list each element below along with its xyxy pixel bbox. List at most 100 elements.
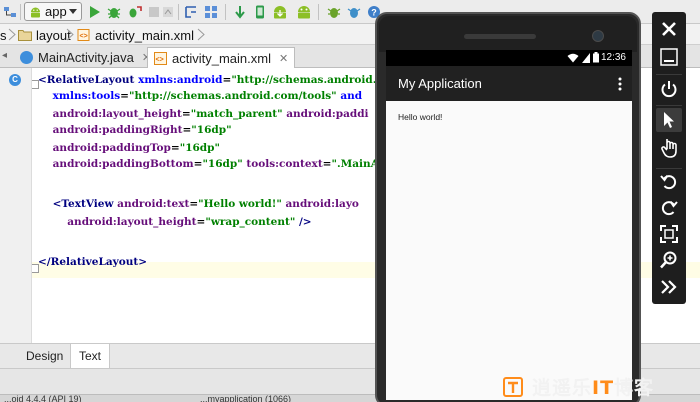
code-token: android:layout_height — [52, 108, 182, 120]
attach-debugger-icon[interactable] — [126, 4, 142, 20]
xml-file-icon: <> — [77, 29, 90, 41]
power-icon — [661, 81, 677, 98]
tab-mainactivity-java[interactable]: MainActivity.java ✕ — [14, 47, 157, 68]
app-action-bar: My Application — [386, 66, 632, 101]
folder-icon — [18, 30, 32, 41]
breadcrumb-item-file[interactable]: <> activity_main.xml — [77, 27, 194, 43]
code-line[interactable]: android:layout_height="match_parent" and… — [38, 106, 369, 122]
close-button[interactable] — [656, 17, 682, 41]
run-icon[interactable] — [86, 4, 102, 20]
java-class-icon — [20, 51, 33, 64]
tab-label: activity_main.xml — [172, 50, 271, 66]
tab-scroll-arrow[interactable]: ◂ — [2, 50, 7, 61]
device-label: ...oid 4.4.4 (API 19) — [4, 394, 82, 402]
fullscreen-button[interactable] — [656, 222, 682, 246]
code-token: "16dp" — [202, 158, 243, 170]
android-device-monitor-icon[interactable] — [296, 4, 312, 20]
code-token: and — [340, 90, 363, 102]
speaker-grille — [464, 34, 536, 39]
class-marker-icon[interactable]: C — [9, 74, 21, 86]
code-token: android:paddi — [286, 108, 369, 120]
project-structure-icon[interactable] — [203, 4, 219, 20]
chevron-down-icon — [69, 9, 77, 14]
code-line[interactable]: <TextView android:text="Hello world!" an… — [38, 196, 359, 212]
avd-manager-icon[interactable] — [252, 4, 268, 20]
code-token: = — [181, 108, 191, 120]
zoom-icon — [660, 251, 677, 269]
android-status-bar: 12:36 — [386, 50, 632, 66]
touch-mode-button[interactable] — [656, 136, 682, 160]
code-token: "16dp" — [179, 142, 220, 154]
monitor-icon[interactable] — [346, 4, 362, 20]
emulator-screen[interactable]: 12:36 My Application Hello world! — [386, 50, 632, 400]
breadcrumb-item-layout[interactable]: layout — [18, 27, 71, 43]
bug-report-icon[interactable] — [326, 4, 342, 20]
structure-icon[interactable] — [183, 4, 199, 20]
overflow-menu-icon[interactable] — [618, 77, 622, 91]
clock: 12:36 — [600, 52, 626, 63]
profile-icon[interactable] — [160, 4, 176, 20]
breadcrumb-truncated-label: s — [0, 27, 7, 43]
minimize-icon — [660, 48, 678, 66]
sdk-manager-icon[interactable] — [272, 4, 288, 20]
svg-text:?: ? — [371, 8, 377, 18]
rotate-left-icon — [660, 174, 677, 190]
sync-icon[interactable] — [232, 4, 248, 20]
app-title: My Application — [398, 76, 482, 91]
tab-text[interactable]: Text — [70, 344, 111, 368]
process-label: ...myapplication (1066) — [200, 394, 292, 402]
code-line[interactable]: android:paddingTop="16dp" — [38, 140, 220, 156]
rotate-right-button[interactable] — [656, 196, 682, 220]
code-token: android:layo — [285, 198, 359, 210]
code-line[interactable]: </RelativeLayout> — [38, 254, 147, 270]
zoom-button[interactable] — [656, 248, 682, 272]
code-line[interactable]: android:paddingBottom="16dp" tools:conte… — [38, 156, 379, 172]
more-icon — [661, 280, 677, 294]
watermark-text: 逍遥乐IT博客 — [532, 373, 654, 400]
tab-design[interactable]: Design — [18, 344, 71, 368]
svg-text:<>: <> — [156, 56, 164, 63]
xml-file-icon: <> — [154, 51, 167, 65]
run-configuration-label: app — [45, 4, 67, 19]
close-icon[interactable]: ✕ — [279, 52, 288, 65]
emulator-device-frame: 12:36 My Application Hello world! — [375, 12, 641, 402]
minimize-button[interactable] — [656, 45, 682, 69]
code-token: /> — [298, 216, 312, 228]
tab-activity-main-xml[interactable]: <> activity_main.xml ✕ — [147, 47, 296, 68]
debug-icon[interactable] — [106, 4, 122, 20]
code-line[interactable]: <RelativeLayout xmlns:android="http://sc… — [38, 72, 376, 88]
code-line[interactable]: android:paddingRight="16dp" — [38, 122, 232, 138]
breadcrumb-item-module[interactable]: s — [0, 27, 7, 43]
code-line[interactable]: android:layout_height="wrap_content" /> — [38, 214, 312, 230]
signal-icon — [582, 53, 590, 63]
more-options-button[interactable] — [656, 275, 682, 299]
close-icon — [662, 22, 676, 36]
screen-root: app ? s layout <> activity_main.xml ◂ Ma… — [0, 0, 700, 402]
pointer-mode-button[interactable] — [656, 108, 682, 132]
code-token: "match_parent" — [190, 108, 283, 120]
run-configuration-select[interactable]: app — [24, 2, 82, 21]
watermark-suffix: 博客 — [614, 377, 655, 399]
code-token: = — [189, 198, 199, 210]
code-token: ".MainA — [331, 158, 379, 170]
code-token: </RelativeLayout> — [38, 256, 148, 268]
code-line[interactable]: xmlns:tools="http://schemas.android.com/… — [38, 88, 362, 104]
hand-icon — [661, 139, 677, 158]
tab-label: MainActivity.java — [38, 50, 134, 65]
hierarchy-icon[interactable] — [2, 4, 18, 20]
code-token: tools:context — [246, 158, 323, 170]
pointer-icon — [664, 112, 674, 128]
breadcrumb-label: activity_main.xml — [95, 27, 194, 43]
editor-gutter: C — [0, 68, 32, 343]
front-camera-icon — [592, 30, 604, 42]
breadcrumb-separator-icon — [66, 28, 74, 41]
power-button[interactable] — [656, 77, 682, 101]
breadcrumb-separator-icon — [8, 28, 16, 41]
rotate-left-button[interactable] — [656, 170, 682, 194]
code-token: android:text — [117, 198, 190, 210]
